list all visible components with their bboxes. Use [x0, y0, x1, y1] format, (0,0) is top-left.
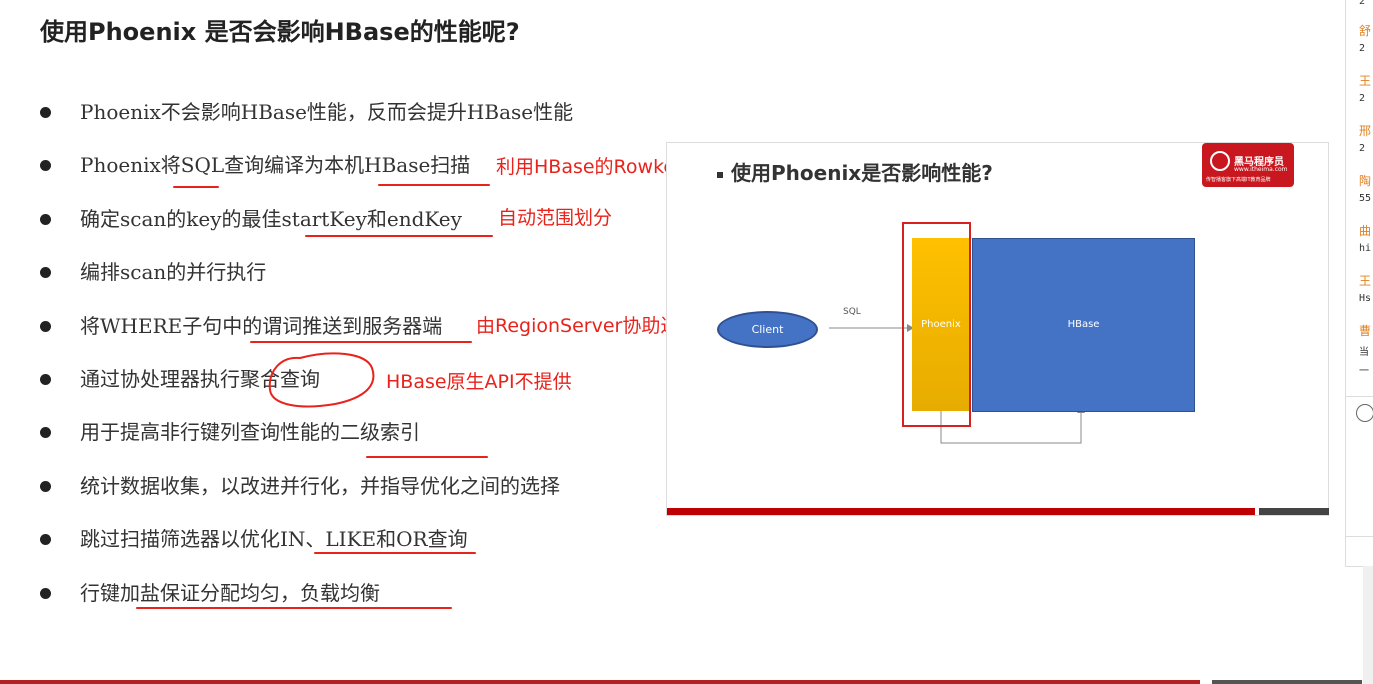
- phoenix-highlight-box: [902, 222, 971, 427]
- chat-message: 当: [1359, 347, 1369, 358]
- page-title: 使用Phoenix 是否会影响HBase的性能呢?: [40, 18, 520, 46]
- chat-user-name[interactable]: 舒: [1359, 22, 1371, 39]
- client-node: Client: [717, 311, 818, 348]
- bullet-text: 统计数据收集，以改进并行化，并指导优化之间的选择: [80, 473, 560, 498]
- underline-in-like-or: [314, 552, 476, 554]
- list-item: 确定scan的key的最佳startKey和endKey: [40, 199, 573, 252]
- bullet-text: Phoenix将SQL查询编译为本机HBase扫描: [80, 153, 471, 178]
- divider: [1346, 536, 1373, 537]
- bullet-text: 跳过扫描筛选器以优化IN、LIKE和OR查询: [80, 527, 468, 552]
- bullet-dot: [40, 160, 51, 172]
- hbase-node: HBase: [972, 238, 1195, 412]
- bullet-text: 编排scan的并行执行: [80, 260, 267, 285]
- bullet-dot: [40, 320, 51, 332]
- bullet-dot: [40, 427, 51, 439]
- slide-footer-bar: [667, 508, 1255, 515]
- chat-message: 55: [1359, 193, 1372, 204]
- emoji-icon[interactable]: [1356, 404, 1373, 422]
- chat-message: Hs: [1359, 293, 1372, 304]
- chat-message: 2: [1359, 93, 1366, 104]
- list-item: Phoenix不会影响HBase性能，反而会提升HBase性能: [40, 92, 573, 145]
- underline-startkey: [305, 235, 493, 237]
- chat-message: 一: [1359, 366, 1369, 377]
- underline-salt: [136, 607, 452, 609]
- scrollbar[interactable]: [1363, 566, 1373, 684]
- underline-hbase-scan: [378, 184, 490, 186]
- chat-message: 2: [1359, 43, 1366, 54]
- chat-user-name[interactable]: 曲: [1359, 222, 1371, 239]
- list-item: 行键加盐保证分配均匀，负载均衡: [40, 573, 573, 626]
- bullet-text: 用于提高非行键列查询性能的二级索引: [80, 420, 420, 445]
- chat-message: 2: [1359, 143, 1366, 154]
- annotation-range: 自动范围划分: [498, 207, 613, 229]
- chat-user-name[interactable]: 王: [1359, 272, 1371, 289]
- bullet-text: 将WHERE子句中的谓词推送到服务器端: [80, 313, 443, 338]
- underline-sql: [173, 186, 219, 188]
- list-item: 用于提高非行键列查询性能的二级索引: [40, 412, 573, 465]
- sql-label: SQL: [843, 307, 861, 317]
- bullet-text: Phoenix不会影响HBase性能，反而会提升HBase性能: [80, 100, 574, 124]
- bullet-dot: [40, 107, 51, 118]
- footer-bar: [0, 680, 1200, 684]
- chat-count: 2: [1359, 0, 1366, 7]
- annotation-api: HBase原生API不提供: [386, 371, 572, 393]
- list-item: 跳过扫描筛选器以优化IN、LIKE和OR查询: [40, 519, 573, 572]
- list-item: 编排scan的并行执行: [40, 252, 573, 305]
- bullet-dot: [40, 213, 51, 225]
- chat-side-panel[interactable]: 2 舒 2 王 2 邢 2 陶 55 曲 hi 王 Hs 曹 当 一: [1345, 0, 1373, 567]
- slide-footer-bar-dark: [1259, 508, 1329, 515]
- bullet-dot: [40, 267, 51, 279]
- underline-index: [366, 456, 488, 458]
- bullet-dot: [40, 587, 51, 599]
- bullet-text: 确定scan的key的最佳startKey和endKey: [80, 206, 462, 231]
- divider: [1346, 396, 1373, 397]
- bullet-list: Phoenix不会影响HBase性能，反而会提升HBase性能 Phoenix将…: [40, 92, 573, 626]
- bullet-dot: [40, 534, 51, 546]
- footer-bar-dark: [1212, 680, 1362, 684]
- chat-message: hi: [1359, 243, 1372, 254]
- list-item: Phoenix将SQL查询编译为本机HBase扫描: [40, 145, 573, 198]
- chat-user-name[interactable]: 曹: [1359, 322, 1371, 339]
- chat-user-name[interactable]: 邢: [1359, 122, 1371, 139]
- bullet-dot: [40, 480, 51, 492]
- bullet-dot: [40, 373, 51, 385]
- chat-user-name[interactable]: 陶: [1359, 172, 1371, 189]
- embedded-slide: 使用Phoenix是否影响性能? 黑马程序员 www.itheima.com 传…: [666, 142, 1329, 516]
- bullet-text: 通过协处理器执行聚合查询: [80, 366, 320, 391]
- list-item: 统计数据收集，以改进并行化，并指导优化之间的选择: [40, 466, 573, 519]
- chat-user-name[interactable]: 王: [1359, 72, 1371, 89]
- underline-regionserver: [250, 341, 472, 343]
- annotation-regionserver: 由RegionServer协助过滤: [476, 315, 699, 337]
- bullet-text: 行键加盐保证分配均匀，负载均衡: [80, 580, 380, 605]
